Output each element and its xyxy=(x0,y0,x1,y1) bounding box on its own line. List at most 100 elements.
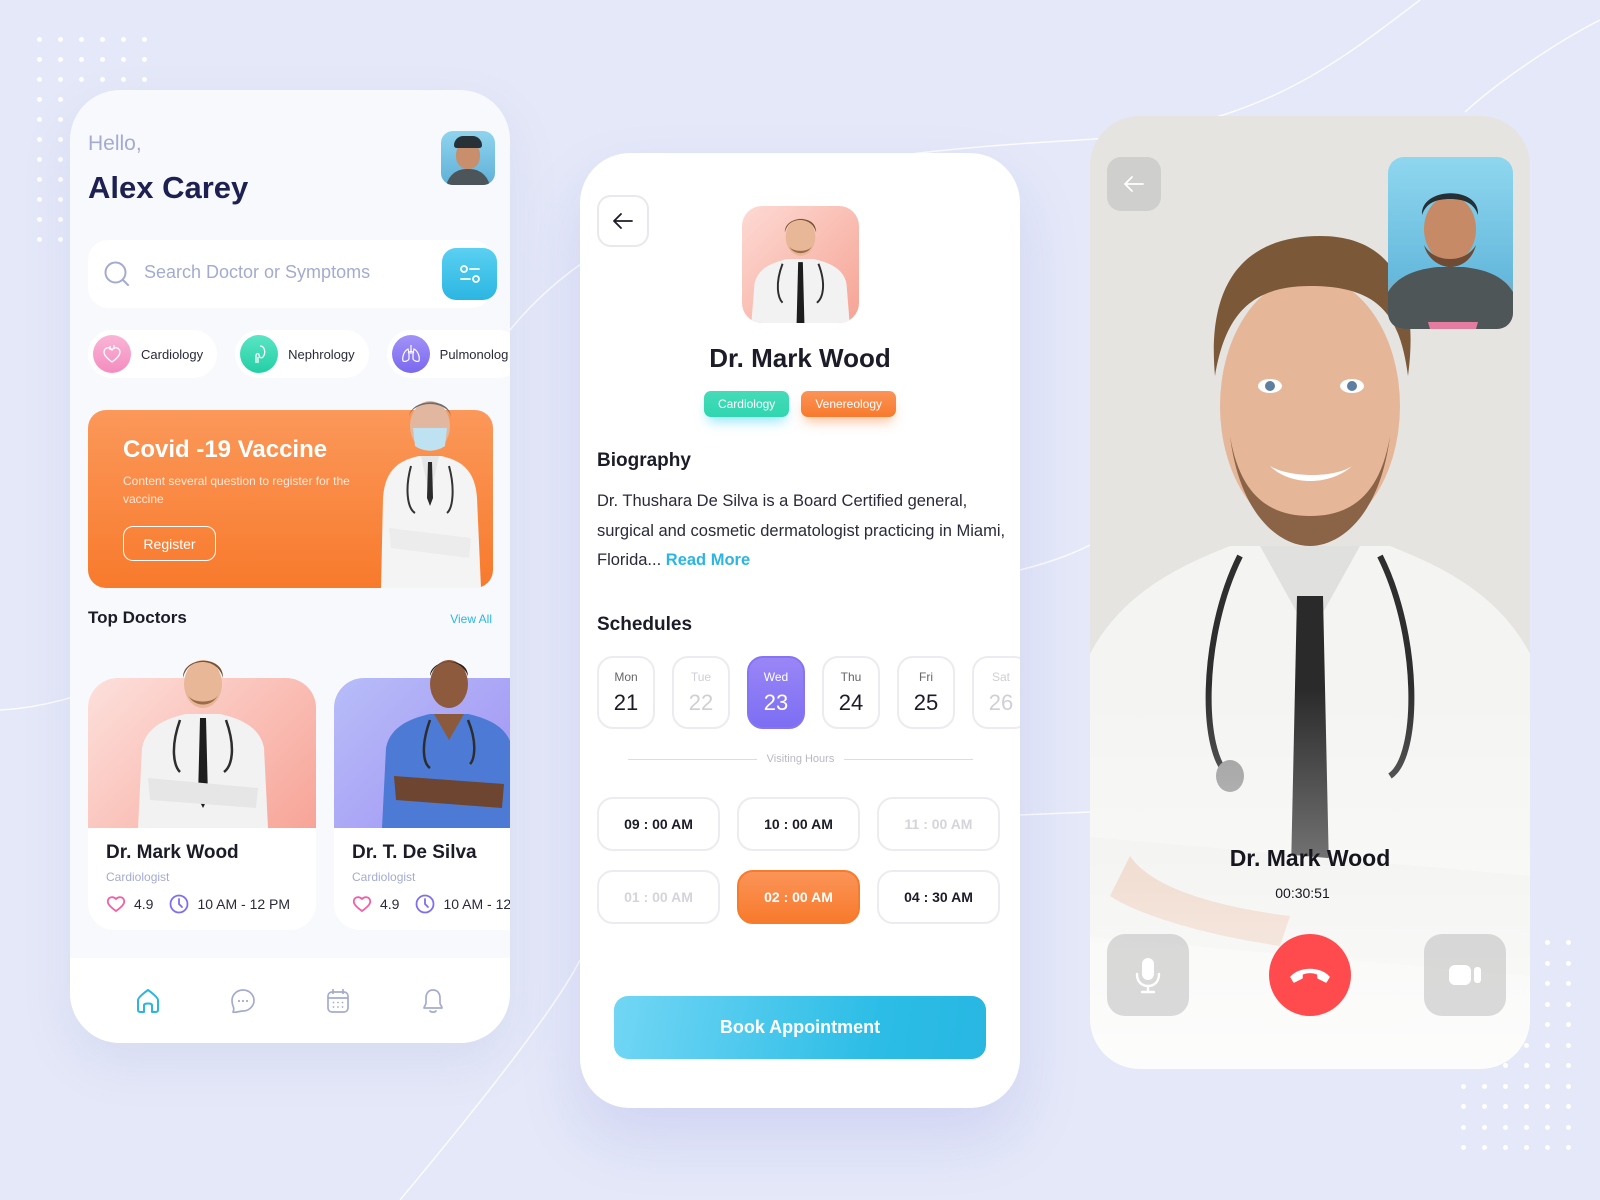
decorative-dot xyxy=(142,37,147,42)
nav-notifications[interactable] xyxy=(419,987,447,1015)
decorative-dot xyxy=(142,57,147,62)
day-date: 25 xyxy=(913,689,939,715)
doctor-rating: 4.9 xyxy=(134,896,154,912)
time-slot[interactable]: 01 : 00 AM xyxy=(597,870,720,924)
time-slot[interactable]: 10 : 00 AM xyxy=(737,797,860,851)
decorative-dot xyxy=(1482,1145,1487,1150)
decorative-dot xyxy=(1461,1145,1466,1150)
home-screen: Hello, Alex Carey Cardiology Nephrology xyxy=(70,90,510,1043)
decorative-dot xyxy=(37,57,42,62)
home-icon xyxy=(136,988,159,1013)
day-date: 24 xyxy=(838,689,864,715)
decorative-dot xyxy=(142,77,147,82)
read-more-link[interactable]: Read More xyxy=(666,551,750,569)
decorative-dot xyxy=(1545,1001,1550,1007)
time-slot[interactable]: 09 : 00 AM xyxy=(597,797,720,851)
nav-home[interactable] xyxy=(134,987,162,1015)
doctor-hours: 10 AM - 12 xyxy=(443,896,510,912)
heart-organ-icon xyxy=(93,335,131,373)
decorative-dot xyxy=(1482,1104,1487,1109)
decorative-dot xyxy=(1503,1124,1508,1130)
day-option[interactable]: Mon 21 xyxy=(597,656,655,729)
decorative-dot xyxy=(1461,1104,1466,1109)
decorative-dot xyxy=(1524,1145,1529,1150)
decorative-dot xyxy=(100,57,105,62)
day-option-selected[interactable]: Wed 23 xyxy=(747,656,805,729)
specialty-tags: Cardiology Venereology xyxy=(580,391,1020,417)
decorative-dot xyxy=(121,77,126,82)
mute-button[interactable] xyxy=(1107,934,1189,1016)
banner-subtitle: Content several question to register for… xyxy=(123,474,350,506)
book-appointment-button[interactable]: Book Appointment xyxy=(614,996,986,1059)
decorative-dot xyxy=(1482,1124,1487,1130)
video-call-screen: Dr. Mark Wood 00:30:51 xyxy=(1090,116,1530,1069)
time-slot-grid: 09 : 00 AM 10 : 00 AM 11 : 00 AM 01 : 00… xyxy=(597,797,1000,924)
end-call-button[interactable] xyxy=(1269,934,1351,1016)
category-label: Nephrology xyxy=(288,346,355,362)
day-option[interactable]: Thu 24 xyxy=(822,656,880,729)
search-input[interactable] xyxy=(144,262,414,283)
category-nephrology[interactable]: Nephrology xyxy=(235,330,369,378)
day-name: Wed xyxy=(763,669,789,684)
decorative-dot xyxy=(58,217,63,222)
banner-title: Covid -19 Vaccine xyxy=(123,436,328,463)
decorative-dot xyxy=(1503,1104,1508,1109)
filter-button[interactable] xyxy=(442,248,497,300)
doctor-name: Dr. Mark Wood xyxy=(106,842,239,863)
clock-icon xyxy=(170,894,189,914)
user-avatar[interactable] xyxy=(441,131,495,185)
masked-doctor-illustration xyxy=(381,401,481,588)
decorative-dot xyxy=(1566,940,1571,945)
time-slot[interactable]: 04 : 30 AM xyxy=(877,870,1000,924)
time-slot[interactable]: 11 : 00 AM xyxy=(877,797,1000,851)
schedules-title: Schedules xyxy=(597,614,693,635)
day-option[interactable]: Fri 25 xyxy=(897,656,955,729)
decorative-dot xyxy=(1482,1083,1487,1089)
category-cardiology[interactable]: Cardiology xyxy=(88,330,218,378)
call-back-button[interactable] xyxy=(1107,157,1161,211)
doctor-card[interactable]: Dr. T. De Silva Cardiologist 4.9 10 AM -… xyxy=(334,648,510,930)
biography-text: Dr. Thushara De Silva is a Board Certifi… xyxy=(597,487,1009,576)
decorative-dot xyxy=(58,97,63,102)
decorative-dot xyxy=(58,77,63,82)
decorative-dot xyxy=(37,137,42,142)
visiting-hours-divider: Visiting Hours xyxy=(628,753,974,765)
day-option[interactable]: Sat 26 xyxy=(972,656,1020,729)
decorative-dot xyxy=(1566,1083,1571,1089)
video-toggle-button[interactable] xyxy=(1424,934,1506,1016)
heart-icon xyxy=(352,896,372,913)
video-camera-icon xyxy=(1449,965,1481,985)
decorative-dot xyxy=(37,97,42,102)
doctor-photo xyxy=(334,660,510,828)
nav-calendar[interactable] xyxy=(324,987,352,1015)
lungs-icon xyxy=(391,335,430,373)
doctor-specialty: Cardiologist xyxy=(352,870,416,884)
search-icon xyxy=(104,261,129,286)
register-button[interactable]: Register xyxy=(123,526,216,561)
heart-icon xyxy=(106,896,126,913)
day-name: Fri xyxy=(919,669,933,684)
view-all-link[interactable]: View All xyxy=(450,612,492,626)
vaccine-banner: Covid -19 Vaccine Content several questi… xyxy=(88,401,493,588)
time-slot-selected[interactable]: 02 : 00 AM xyxy=(737,870,860,924)
decorative-dot xyxy=(37,157,42,162)
decorative-dot xyxy=(1503,1083,1508,1089)
decorative-dot xyxy=(1566,1022,1571,1027)
self-video-preview[interactable] xyxy=(1388,157,1513,329)
decorative-dot xyxy=(37,117,42,122)
doctor-card[interactable]: Dr. Mark Wood Cardiologist 4.9 10 AM - 1… xyxy=(88,648,316,930)
decorative-dot xyxy=(1503,1145,1508,1150)
decorative-dot xyxy=(1566,1124,1571,1130)
category-pulmonology[interactable]: Pulmonolog xyxy=(386,330,510,378)
search-bar xyxy=(88,240,497,308)
decorative-dot xyxy=(100,37,105,42)
day-date: 21 xyxy=(613,689,639,715)
decorative-dot xyxy=(1566,1104,1571,1109)
bottom-navigation xyxy=(70,958,510,1043)
back-button[interactable] xyxy=(597,195,649,247)
decorative-dot xyxy=(1545,1042,1550,1048)
day-option[interactable]: Tue 22 xyxy=(672,656,730,729)
nav-messages[interactable] xyxy=(229,987,257,1015)
doctor-hours: 10 AM - 12 PM xyxy=(197,896,291,912)
decorative-dot xyxy=(58,197,63,202)
